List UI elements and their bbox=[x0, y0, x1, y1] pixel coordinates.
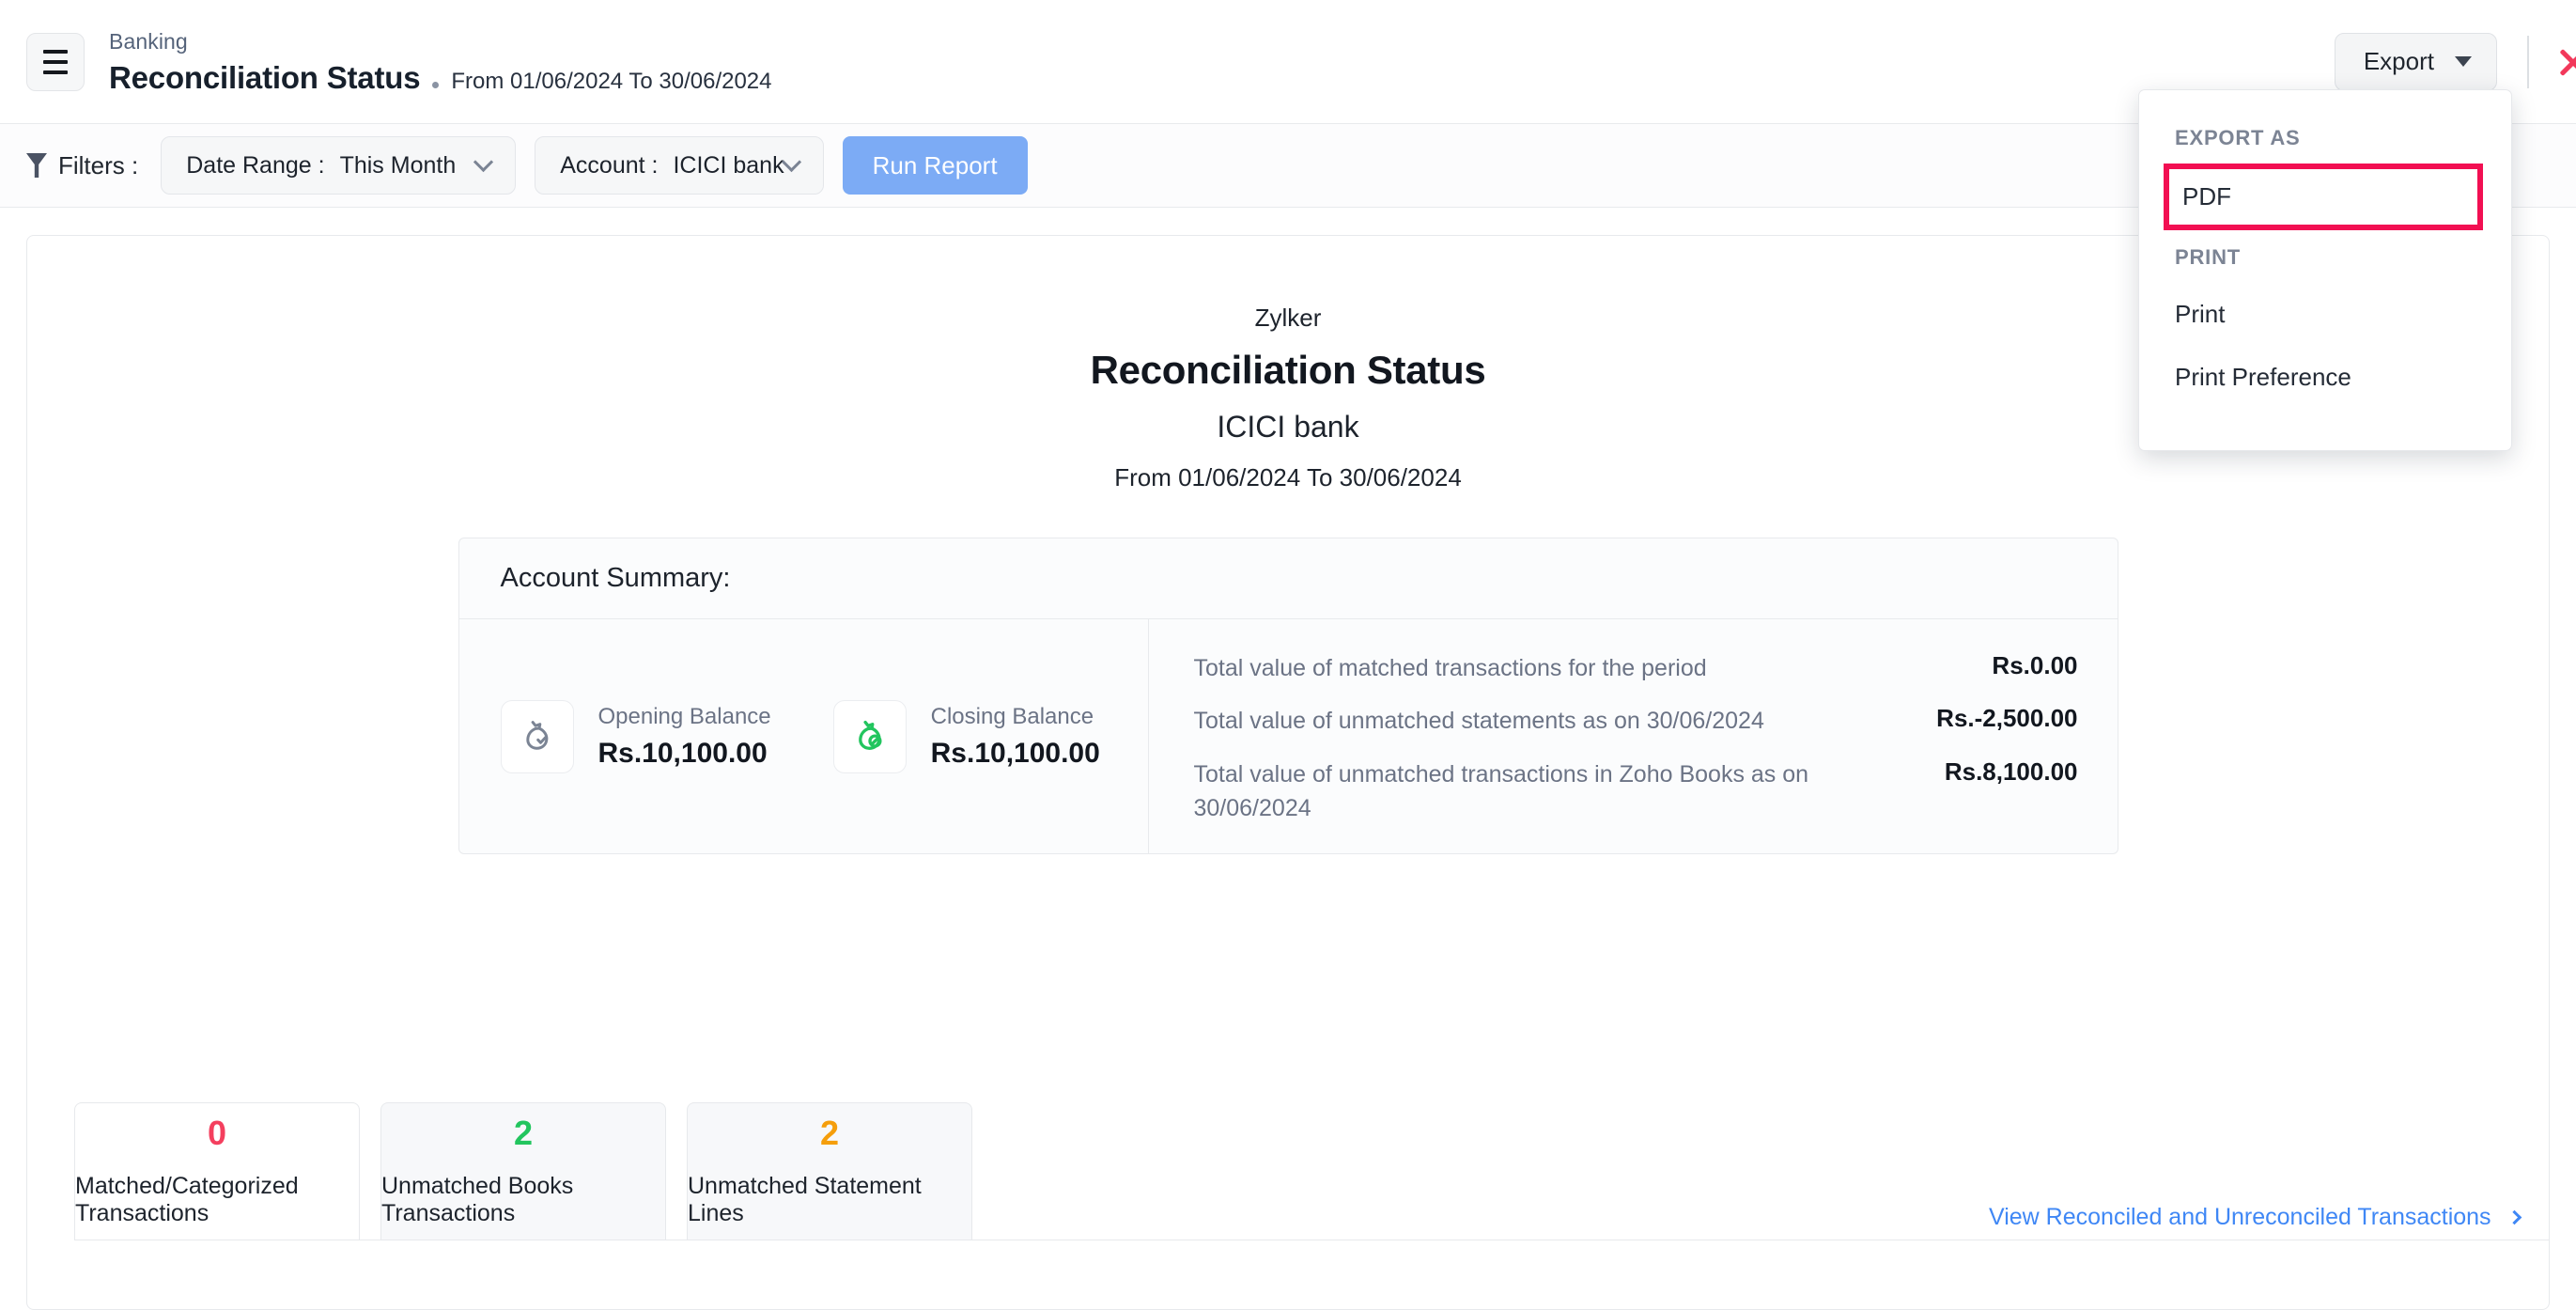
transaction-tabs: 0 Matched/Categorized Transactions 2 Unm… bbox=[74, 1102, 993, 1240]
hamburger-line bbox=[43, 50, 68, 54]
date-range-filter-value: This Month bbox=[340, 152, 457, 179]
date-range-filter[interactable]: Date Range : This Month bbox=[161, 136, 516, 195]
filters-label-text: Filters : bbox=[58, 151, 138, 180]
print-heading: PRINT bbox=[2139, 230, 2511, 283]
closing-balance-text: Closing Balance Rs.10,100.00 bbox=[931, 704, 1100, 770]
summary-total-row: Total value of unmatched statements as o… bbox=[1194, 704, 2078, 738]
view-reconciled-transactions-label: View Reconciled and Unreconciled Transac… bbox=[1989, 1204, 2491, 1230]
title-separator-dot bbox=[432, 82, 439, 88]
title-row: Reconciliation Status From 01/06/2024 To… bbox=[109, 60, 772, 96]
breadcrumb[interactable]: Banking bbox=[109, 27, 772, 56]
chevron-down-icon bbox=[473, 151, 493, 171]
summary-total-value: Rs.0.00 bbox=[1965, 651, 2077, 680]
tab-count: 2 bbox=[820, 1116, 839, 1150]
chevron-down-icon bbox=[2455, 56, 2472, 67]
balances-group: Opening Balance Rs.10,100.00 bbox=[459, 619, 1149, 853]
title-block: Banking Reconciliation Status From 01/06… bbox=[109, 27, 772, 96]
tab-label: Unmatched Books Transactions bbox=[381, 1173, 665, 1227]
export-as-heading: EXPORT AS bbox=[2139, 111, 2511, 164]
summary-total-label: Total value of unmatched statements as o… bbox=[1194, 704, 1764, 738]
menu-item-print-preference[interactable]: Print Preference bbox=[2139, 346, 2511, 409]
opening-balance-text: Opening Balance Rs.10,100.00 bbox=[598, 704, 771, 770]
run-report-button[interactable]: Run Report bbox=[843, 136, 1028, 195]
funnel-icon bbox=[26, 153, 47, 178]
filters-label: Filters : bbox=[26, 151, 138, 180]
tab-count: 2 bbox=[514, 1116, 533, 1150]
account-filter[interactable]: Account : ICICI bank bbox=[535, 136, 823, 195]
summary-total-label: Total value of matched transactions for … bbox=[1194, 651, 1707, 685]
closing-balance-label: Closing Balance bbox=[931, 704, 1100, 730]
export-button-label: Export bbox=[2364, 47, 2434, 76]
tab-matched-categorized-transactions[interactable]: 0 Matched/Categorized Transactions bbox=[74, 1102, 360, 1240]
closing-balance: Closing Balance Rs.10,100.00 bbox=[833, 700, 1100, 773]
summary-total-value: Rs.-2,500.00 bbox=[1910, 704, 2077, 733]
summary-total-value: Rs.8,100.00 bbox=[1918, 757, 2078, 787]
tab-unmatched-books-transactions[interactable]: 2 Unmatched Books Transactions bbox=[380, 1102, 666, 1240]
toolbar-divider bbox=[2527, 36, 2529, 88]
close-icon[interactable] bbox=[2553, 43, 2576, 81]
export-dropdown-menu: EXPORT AS PDF PRINT Print Print Preferen… bbox=[2138, 89, 2512, 451]
account-summary-heading: Account Summary: bbox=[459, 538, 2118, 619]
summary-total-label: Total value of unmatched transactions in… bbox=[1194, 757, 1852, 826]
export-button[interactable]: Export bbox=[2335, 33, 2497, 91]
account-filter-key: Account : bbox=[560, 152, 658, 179]
opening-balance-value: Rs.10,100.00 bbox=[598, 738, 771, 770]
view-reconciled-transactions-link[interactable]: View Reconciled and Unreconciled Transac… bbox=[1989, 1204, 2520, 1231]
report-period: From 01/06/2024 To 30/06/2024 bbox=[27, 463, 2549, 492]
chevron-right-icon bbox=[2506, 1210, 2522, 1225]
money-bag-check-icon bbox=[501, 700, 574, 773]
opening-balance-label: Opening Balance bbox=[598, 704, 771, 730]
summary-totals-list: Total value of matched transactions for … bbox=[1149, 619, 2118, 853]
hamburger-menu-icon[interactable] bbox=[26, 33, 85, 91]
opening-balance: Opening Balance Rs.10,100.00 bbox=[501, 700, 771, 773]
summary-total-row: Total value of matched transactions for … bbox=[1194, 651, 2078, 685]
account-summary-panel: Account Summary: Opening Balance Rs.10,1… bbox=[458, 538, 2118, 854]
account-filter-value: ICICI bank bbox=[673, 152, 784, 179]
hamburger-line bbox=[43, 70, 68, 74]
account-summary-body: Opening Balance Rs.10,100.00 bbox=[459, 619, 2118, 853]
hamburger-line bbox=[43, 60, 68, 64]
page-date-range: From 01/06/2024 To 30/06/2024 bbox=[451, 69, 771, 95]
date-range-filter-key: Date Range : bbox=[186, 152, 324, 179]
closing-balance-value: Rs.10,100.00 bbox=[931, 738, 1100, 770]
tab-label: Matched/Categorized Transactions bbox=[75, 1173, 359, 1227]
tab-unmatched-statement-lines[interactable]: 2 Unmatched Statement Lines bbox=[687, 1102, 972, 1240]
tab-count: 0 bbox=[208, 1116, 226, 1150]
money-bag-blocked-icon bbox=[833, 700, 907, 773]
menu-item-print[interactable]: Print bbox=[2139, 283, 2511, 346]
summary-total-row: Total value of unmatched transactions in… bbox=[1194, 757, 2078, 826]
page-title: Reconciliation Status bbox=[109, 60, 420, 96]
tab-label: Unmatched Statement Lines bbox=[688, 1173, 971, 1227]
menu-item-pdf[interactable]: PDF bbox=[2164, 164, 2483, 230]
